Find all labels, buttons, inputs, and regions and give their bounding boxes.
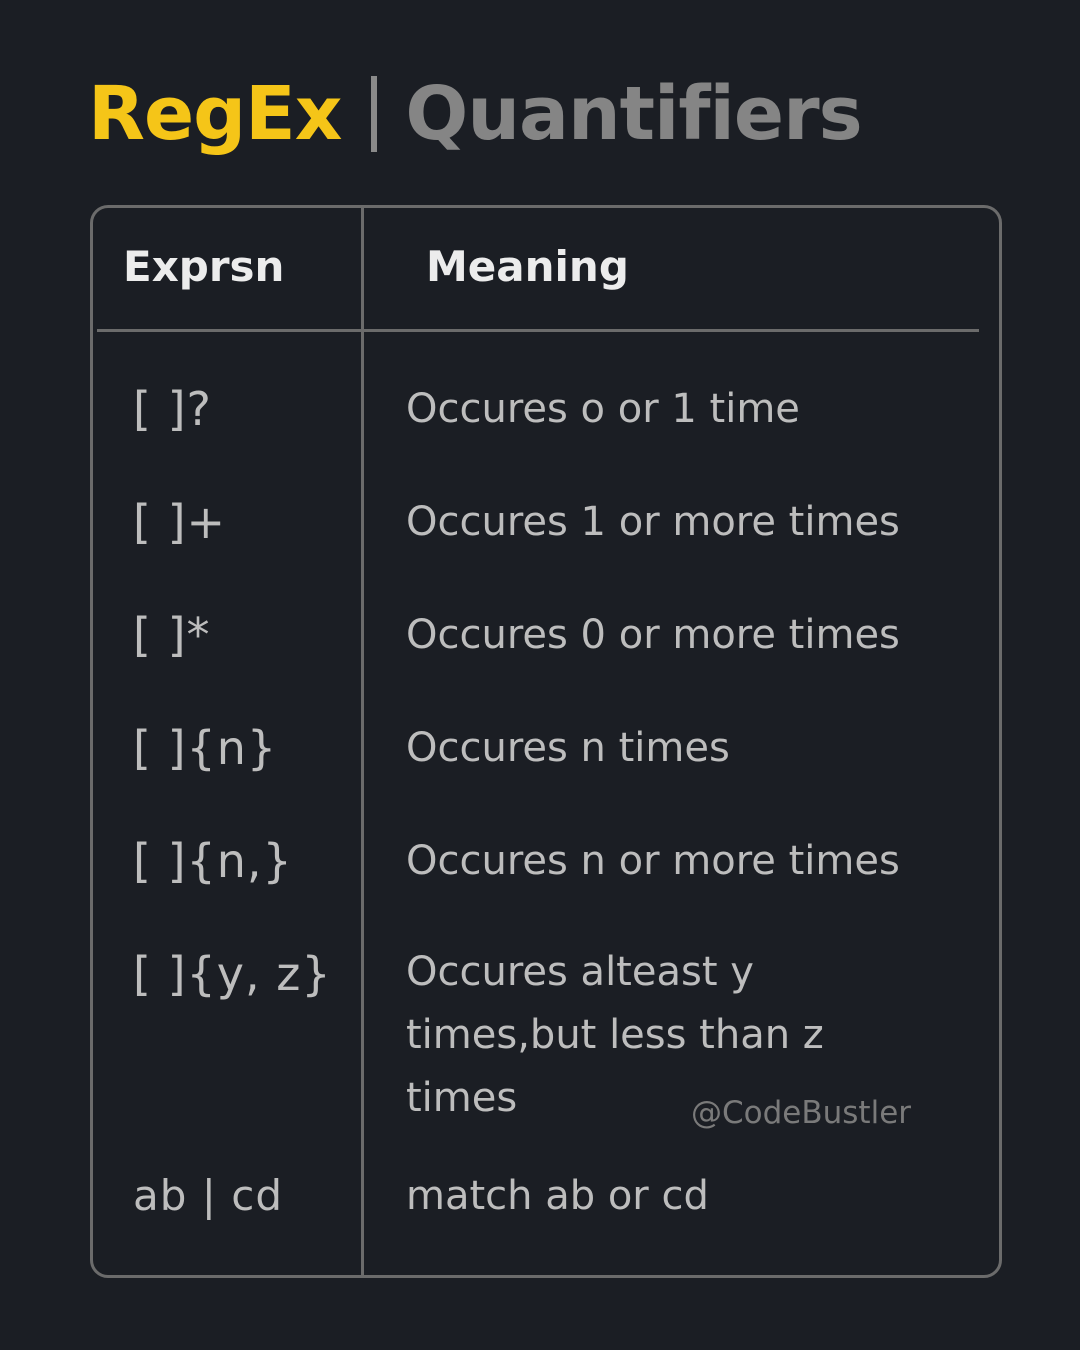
title-brand: RegEx [88,70,342,157]
header-meaning: Meaning [426,242,629,291]
quantifiers-table: Exprsn Meaning [ ]? Occures o or 1 time … [90,205,1002,1278]
row-meaning: Occures n or more times [406,838,900,884]
row-expression: ab | cd [133,1171,284,1220]
row-meaning: Occures 0 or more times [406,612,900,658]
title-topic: Quantifiers [405,70,862,157]
row-expression: [ ]{n,} [133,834,293,888]
page-title: RegEx Quantifiers [88,66,863,161]
header-expression: Exprsn [123,242,285,291]
row-expression: [ ]* [133,608,211,662]
row-expression: [ ]+ [133,495,227,549]
row-meaning: Occures 1 or more times [406,499,900,545]
row-meaning: Occures n times [406,725,730,771]
row-meaning: Occures o or 1 time [406,386,800,432]
row-expression: [ ]? [133,382,212,436]
row-expression: [ ]{y, z} [133,947,332,1001]
column-divider [361,208,364,1275]
header-divider [97,329,979,332]
row-expression: [ ]{n} [133,721,278,775]
title-separator [371,75,378,152]
row-meaning: match ab or cd [406,1173,709,1219]
watermark: @CodeBustler [691,1095,912,1131]
